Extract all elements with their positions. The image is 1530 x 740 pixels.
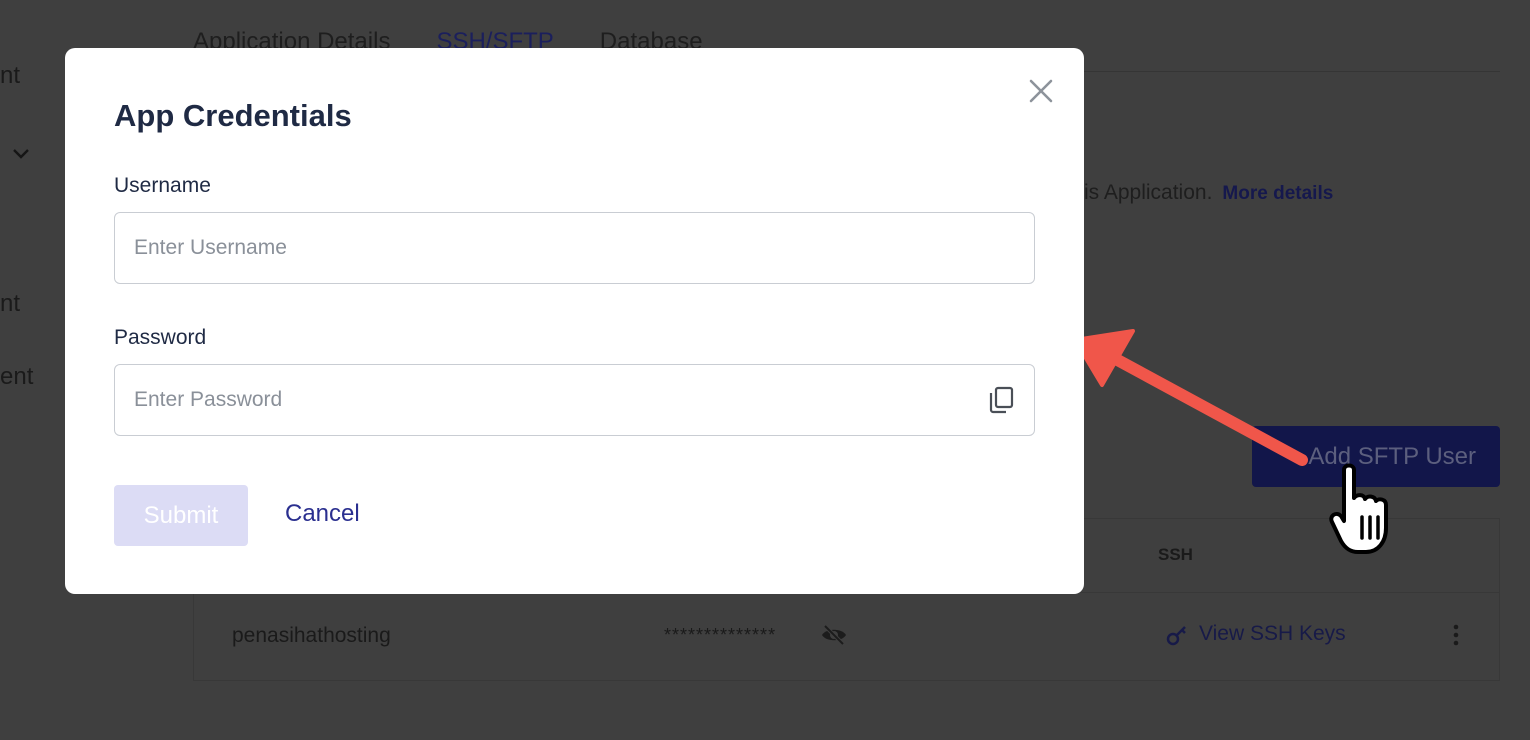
copy-icon[interactable] [988,386,1014,414]
username-input[interactable] [114,212,1035,284]
modal-title: App Credentials [114,98,352,133]
app-credentials-modal: App Credentials Username Password Submit… [65,48,1084,594]
annotation-arrow [1073,329,1308,466]
password-label: Password [114,326,207,349]
close-icon[interactable] [1028,78,1054,104]
password-input[interactable] [114,364,1035,436]
submit-button[interactable]: Submit [114,485,248,546]
hand-pointer-icon [1329,463,1388,554]
cancel-button[interactable]: Cancel [285,500,360,528]
username-label: Username [114,174,211,197]
